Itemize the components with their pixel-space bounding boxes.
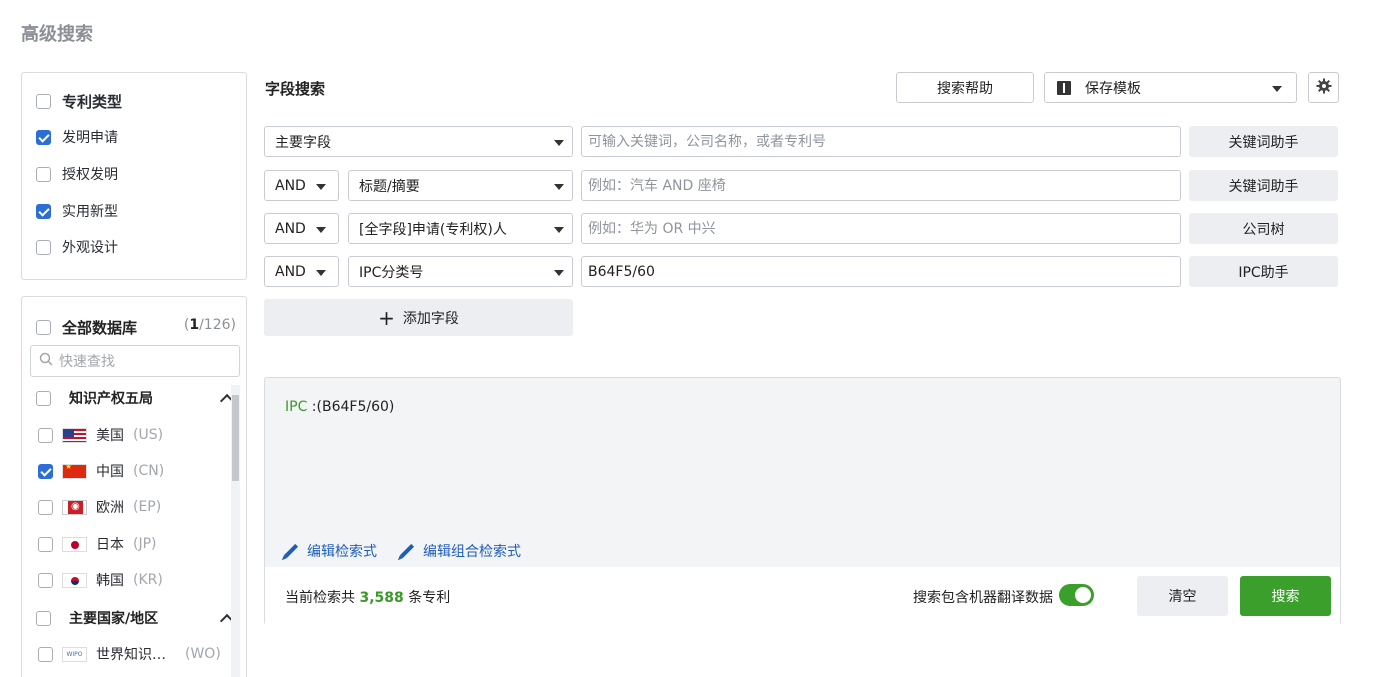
- patent-type-label: 外观设计: [62, 240, 118, 256]
- group-label: 知识产权五局: [69, 391, 153, 407]
- database-search-input[interactable]: 快速查找: [30, 345, 240, 377]
- patent-type-panel: 专利类型 发明申请 授权发明 实用新型 外观设计: [21, 72, 247, 280]
- applicant-input[interactable]: [581, 213, 1181, 244]
- query-expression-box[interactable]: IPC :(B64F5/60) 编辑检索式 编辑组合检索式 当前检索共 3,58…: [264, 377, 1341, 625]
- pencil-icon: [283, 543, 299, 559]
- caret-down-icon: [316, 184, 326, 190]
- field-search-title: 字段搜索: [265, 80, 326, 98]
- us-flag-icon: [62, 427, 87, 443]
- jp-flag-icon: [62, 536, 87, 552]
- wipo-logo-icon: WIPO: [62, 646, 87, 662]
- company-tree-button[interactable]: 公司树: [1189, 213, 1338, 244]
- checkbox-invention-application[interactable]: [36, 129, 51, 145]
- pencil-icon: [399, 543, 415, 559]
- keyword-input[interactable]: [581, 126, 1181, 157]
- book-icon: [1057, 80, 1071, 95]
- caret-down-icon: [554, 270, 564, 276]
- ep-flag-icon: [62, 499, 87, 515]
- query-expression[interactable]: IPC :(B64F5/60): [285, 399, 394, 415]
- caret-down-icon: [316, 270, 326, 276]
- db-checkbox[interactable]: [38, 463, 53, 479]
- title-abstract-input[interactable]: [581, 170, 1181, 201]
- add-field-button[interactable]: + 添加字段: [264, 299, 573, 336]
- query-action-bar: 当前检索共 3,588 条专利 搜索包含机器翻译数据 清空 搜索: [265, 567, 1340, 625]
- caret-down-icon: [554, 184, 564, 190]
- scrollbar-thumb[interactable]: [232, 395, 239, 481]
- db-checkbox[interactable]: [38, 572, 53, 588]
- database-all-checkbox[interactable]: [36, 320, 51, 335]
- database-header[interactable]: 全部数据库: [36, 317, 137, 338]
- field-select-main[interactable]: 主要字段: [264, 126, 573, 157]
- database-count: (1/126): [183, 317, 236, 333]
- db-checkbox[interactable]: [38, 427, 53, 443]
- cn-flag-icon: [62, 463, 87, 479]
- field-select-applicant[interactable]: [全字段]申请(专利权)人: [348, 213, 573, 244]
- database-group-major-countries[interactable]: 主要国家/地区: [36, 608, 235, 629]
- machine-translation-label: 搜索包含机器翻译数据: [913, 590, 1053, 606]
- clear-button[interactable]: 清空: [1137, 576, 1228, 616]
- search-button[interactable]: 搜索: [1240, 576, 1331, 616]
- checkbox-granted-invention[interactable]: [36, 166, 51, 182]
- database-item-us[interactable]: 美国 (US): [38, 425, 163, 445]
- kr-flag-icon: [62, 572, 87, 588]
- patent-type-label: 实用新型: [62, 204, 118, 220]
- patent-type-label: 发明申请: [62, 130, 118, 146]
- keyword-helper-button[interactable]: 关键词助手: [1189, 126, 1338, 157]
- database-item-wo[interactable]: WIPO 世界知识… (WO): [38, 644, 221, 664]
- database-group-ip5[interactable]: 知识产权五局: [36, 388, 235, 409]
- patent-type-header-label: 专利类型: [62, 93, 123, 111]
- database-item-kr[interactable]: 韩国 (KR): [38, 570, 163, 590]
- patent-type-header[interactable]: 专利类型: [36, 91, 122, 112]
- machine-translation-toggle[interactable]: [1059, 584, 1094, 606]
- operator-select[interactable]: AND: [264, 213, 339, 244]
- group-checkbox[interactable]: [36, 610, 51, 626]
- database-item-cn[interactable]: 中国 (CN): [38, 461, 164, 481]
- db-checkbox[interactable]: [38, 536, 53, 552]
- field-select-ipc[interactable]: IPC分类号: [348, 256, 573, 287]
- caret-down-icon: [316, 227, 326, 233]
- page-title: 高级搜索: [21, 24, 93, 45]
- edit-combo-query-link[interactable]: 编辑组合检索式: [399, 541, 521, 561]
- edit-query-link[interactable]: 编辑检索式: [283, 541, 377, 561]
- group-checkbox[interactable]: [36, 390, 51, 406]
- db-checkbox[interactable]: [38, 499, 53, 515]
- caret-down-icon: [554, 140, 564, 146]
- ipc-input[interactable]: [581, 256, 1181, 287]
- checkbox-design[interactable]: [36, 239, 51, 255]
- database-panel: 全部数据库 (1/126) 快速查找 知识产权五局 美国 (US) 中国 (CN…: [21, 296, 247, 677]
- db-checkbox[interactable]: [38, 646, 53, 662]
- group-label: 主要国家/地区: [69, 611, 159, 627]
- settings-button[interactable]: [1308, 72, 1339, 103]
- ipc-helper-button[interactable]: IPC助手: [1189, 256, 1338, 287]
- caret-down-icon: [1272, 86, 1282, 92]
- field-select-title-abstract[interactable]: 标题/摘要: [348, 170, 573, 201]
- checkbox-utility-model[interactable]: [36, 203, 51, 219]
- search-help-button[interactable]: 搜索帮助: [896, 72, 1034, 103]
- keyword-helper-button[interactable]: 关键词助手: [1189, 170, 1338, 201]
- database-scrollbar[interactable]: [231, 385, 240, 677]
- patent-type-label: 授权发明: [62, 167, 118, 183]
- database-header-label: 全部数据库: [62, 319, 138, 337]
- plus-icon: +: [378, 305, 395, 330]
- gear-icon: [1316, 78, 1332, 98]
- operator-select[interactable]: AND: [264, 170, 339, 201]
- patent-type-item[interactable]: 发明申请: [36, 127, 118, 147]
- search-icon: [39, 352, 53, 370]
- save-template-select[interactable]: 保存模板: [1044, 72, 1297, 103]
- operator-select[interactable]: AND: [264, 256, 339, 287]
- caret-down-icon: [554, 227, 564, 233]
- result-count-text: 当前检索共 3,588 条专利: [285, 590, 451, 606]
- database-item-ep[interactable]: 欧洲 (EP): [38, 497, 161, 517]
- patent-type-item[interactable]: 授权发明: [36, 164, 118, 184]
- patent-type-item[interactable]: 外观设计: [36, 237, 118, 257]
- patent-type-all-checkbox[interactable]: [36, 94, 51, 109]
- database-item-jp[interactable]: 日本 (JP): [38, 534, 157, 554]
- patent-type-item[interactable]: 实用新型: [36, 201, 118, 221]
